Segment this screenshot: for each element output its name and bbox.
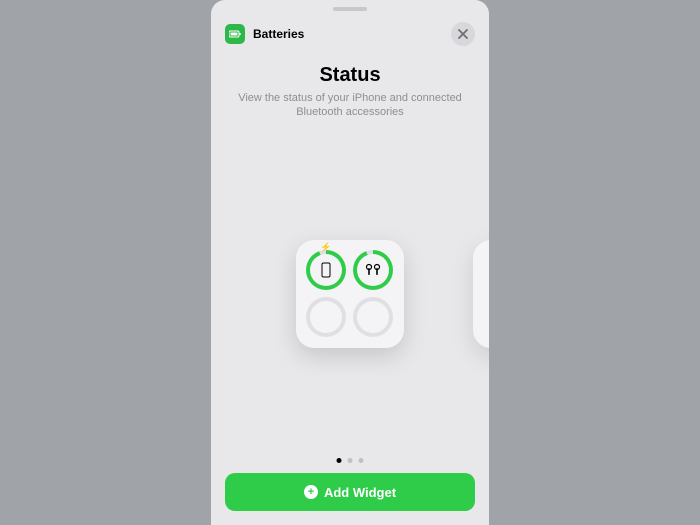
page-dot xyxy=(348,458,353,463)
page-indicator[interactable] xyxy=(337,458,364,463)
widget-preview[interactable]: ⚡ xyxy=(296,240,404,348)
title-block: Status View the status of your iPhone an… xyxy=(231,64,469,120)
charging-bolt-icon: ⚡ xyxy=(320,242,331,253)
plus-circle-icon: + xyxy=(304,485,318,499)
batteries-app-icon xyxy=(225,24,245,44)
battery-ring-empty xyxy=(306,297,346,337)
next-widget-peek[interactable] xyxy=(473,240,489,348)
add-widget-button[interactable]: + Add Widget xyxy=(225,473,475,511)
page-subtitle: View the status of your iPhone and conne… xyxy=(231,91,469,120)
battery-ring-iphone: ⚡ xyxy=(306,250,346,290)
airpods-icon xyxy=(365,263,381,277)
app-title: Batteries xyxy=(253,27,304,41)
sheet-grabber[interactable] xyxy=(333,7,367,11)
close-button[interactable] xyxy=(451,22,475,46)
battery-ring-airpods xyxy=(353,250,393,290)
header: Batteries xyxy=(225,22,475,46)
page-dot xyxy=(359,458,364,463)
close-icon xyxy=(458,29,468,39)
widget-picker-sheet: Batteries Status View the status of your… xyxy=(211,0,489,525)
add-widget-label: Add Widget xyxy=(324,485,396,500)
page-title: Status xyxy=(231,64,469,87)
page-dot xyxy=(337,458,342,463)
header-left: Batteries xyxy=(225,24,304,44)
iphone-icon xyxy=(321,262,331,278)
battery-ring-empty xyxy=(353,297,393,337)
